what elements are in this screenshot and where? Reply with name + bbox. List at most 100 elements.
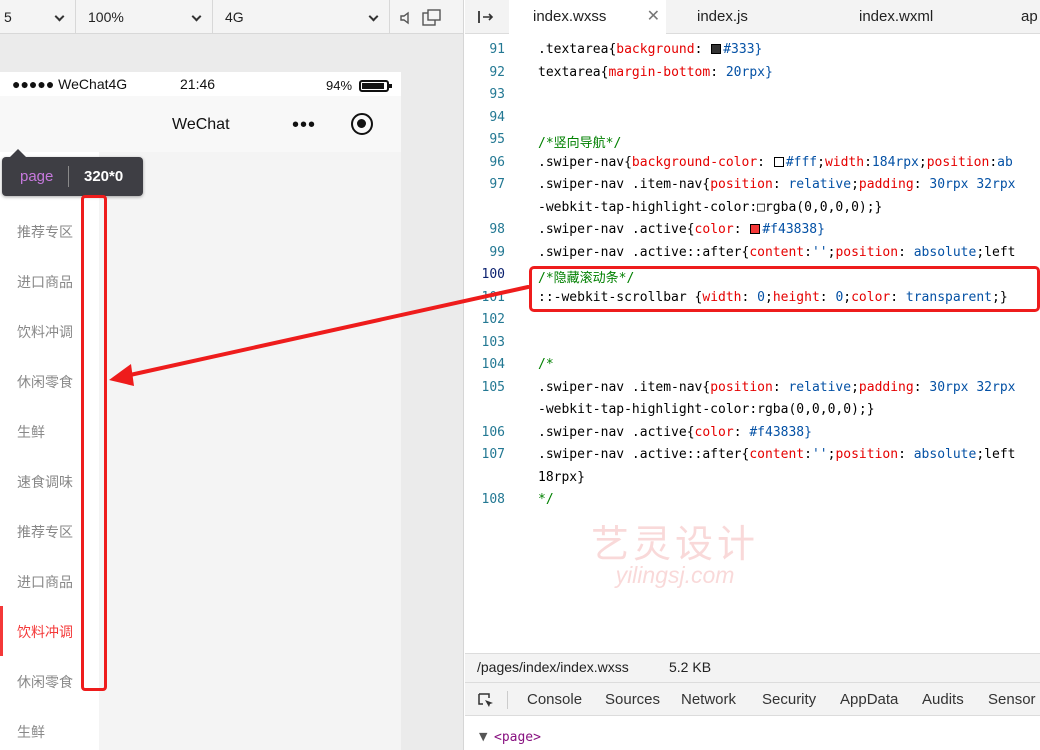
tab-console[interactable]: Console [527, 691, 582, 708]
code-line[interactable]: .swiper-nav .active{color: #f43838} [538, 222, 825, 237]
status-bar: ●●●●● WeChat4G 21:46 94% [0, 72, 401, 96]
line-number: 93 [489, 87, 505, 102]
code-line[interactable]: .textarea{background: #333} [538, 42, 762, 57]
line-number: 108 [481, 492, 505, 507]
line-number: 98 [489, 222, 505, 237]
devtools-divider [507, 691, 508, 709]
tooltip-divider [68, 166, 69, 187]
line-number: 101 [481, 289, 505, 305]
close-capsule-icon[interactable] [351, 113, 373, 135]
file-info-bar: /pages/index/index.wxss 5.2 KB [465, 653, 1040, 682]
clock-label: 21:46 [180, 76, 216, 92]
inspect-element-icon[interactable] [477, 692, 495, 710]
more-icon[interactable]: ••• [292, 115, 316, 135]
tab-security[interactable]: Security [762, 691, 816, 708]
sidebar-item[interactable]: 生鲜 [17, 722, 45, 742]
tab-appdata[interactable]: AppData [840, 691, 898, 708]
battery-icon [359, 80, 392, 92]
tab-label: index.wxml [859, 8, 934, 25]
expand-triangle-icon[interactable]: ▼ [479, 730, 487, 743]
tab-label: index.wxss [533, 8, 607, 25]
line-number: 99 [489, 244, 505, 260]
sidebar-item[interactable]: 生鲜 [17, 422, 45, 442]
line-number: 95 [489, 132, 505, 147]
dom-tree: ▼ <page> [465, 716, 1040, 750]
tab-app[interactable]: ap [1021, 0, 1038, 34]
code-line[interactable]: .swiper-nav .item-nav{position: relative… [538, 177, 1015, 192]
scrollbar-highlight-box [81, 195, 107, 691]
battery-percent: 94% [326, 78, 353, 93]
sidebar-item[interactable]: 速食调味 [17, 472, 73, 492]
active-indicator [0, 606, 3, 656]
tab-label: index.js [697, 8, 748, 25]
line-number: 92 [489, 64, 505, 80]
tooltip-element-name: page [20, 168, 54, 185]
window-toggle-icon[interactable] [422, 9, 442, 27]
tab-label: ap [1021, 8, 1038, 25]
carrier-label: ●●●●● WeChat4G [12, 76, 128, 92]
code-line[interactable]: /* [538, 357, 554, 372]
sidebar-item[interactable]: 推荐专区 [17, 222, 73, 242]
element-inspector-tooltip: page 320*0 [2, 149, 143, 196]
device-select[interactable]: 5 [0, 0, 76, 34]
close-icon[interactable]: ✕ [647, 0, 660, 34]
code-line[interactable]: textarea{margin-bottom: 20rpx} [538, 65, 773, 80]
watermark: 艺灵设计 yilingsj.com [590, 513, 760, 589]
sidebar-item[interactable]: 进口商品 [17, 572, 73, 592]
network-select[interactable]: 4G [213, 0, 390, 34]
line-number: 97 [489, 177, 505, 192]
line-number: 94 [489, 109, 505, 125]
sidebar-item[interactable]: 进口商品 [17, 272, 73, 292]
editor-tabs: index.wxss ✕ index.js index.wxml ap [465, 0, 1040, 35]
line-number: 100 [481, 267, 505, 282]
sidebar-item[interactable]: 休闲零食 [17, 672, 73, 692]
chevron-down-icon [54, 11, 65, 22]
tab-index-js[interactable]: index.js [697, 0, 748, 34]
line-number: 96 [489, 154, 505, 170]
code-highlight-box [529, 266, 1040, 312]
code-line[interactable]: .swiper-nav{background-color: #fff;width… [538, 155, 1013, 170]
tab-network[interactable]: Network [681, 691, 736, 708]
code-line[interactable]: -webkit-tap-highlight-color:rgba(0,0,0,0… [538, 402, 875, 417]
chevron-down-icon [191, 11, 202, 22]
code-line[interactable]: .swiper-nav .active{color: #f43838} [538, 425, 812, 440]
devtools-tabbar: Console Sources Network Security AppData… [465, 682, 1040, 716]
code-line[interactable]: .swiper-nav .item-nav{position: relative… [538, 380, 1015, 395]
toggle-sidebar-icon[interactable] [477, 9, 495, 25]
line-number: 103 [481, 334, 505, 350]
navbar-title: WeChat [172, 116, 230, 133]
simulator-toolbar-icons [390, 0, 463, 33]
line-number: 91 [489, 42, 505, 57]
simulator-panel: 5 100% 4G ●●●●● WeChat4G 21:46 94% WeCha… [0, 0, 464, 750]
line-number: 105 [481, 379, 505, 395]
screen: 5 100% 4G ●●●●● WeChat4G 21:46 94% WeCha… [0, 0, 1040, 750]
line-number: 107 [481, 447, 505, 462]
simulator-toolbar: 5 100% 4G [0, 0, 463, 34]
speaker-mute-icon[interactable] [398, 10, 414, 26]
tab-index-wxml[interactable]: index.wxml [859, 0, 933, 34]
zoom-select-value: 100% [88, 9, 124, 25]
sidebar-item[interactable]: 推荐专区 [17, 522, 73, 542]
dom-node-page[interactable]: <page> [494, 730, 541, 745]
code-line[interactable]: .swiper-nav .active::after{content:'';po… [538, 447, 1015, 462]
file-size: 5.2 KB [669, 659, 712, 675]
tooltip-element-size: 320*0 [84, 168, 124, 185]
tab-sources[interactable]: Sources [605, 691, 660, 708]
code-line[interactable]: 18rpx} [538, 470, 585, 485]
code-line[interactable]: */ [538, 492, 554, 507]
code-line[interactable]: /*竖向导航*/ [538, 132, 621, 151]
device-select-value: 5 [4, 9, 12, 25]
line-number: 104 [481, 357, 505, 372]
network-select-value: 4G [225, 9, 244, 25]
sidebar-item[interactable]: 饮料冲调 [17, 622, 73, 642]
chevron-down-icon [368, 11, 379, 22]
sidebar-item[interactable]: 饮料冲调 [17, 322, 73, 342]
tab-index-wxss[interactable]: index.wxss ✕ [509, 0, 666, 35]
code-line[interactable]: -webkit-tap-highlight-color:□rgba(0,0,0,… [538, 200, 882, 215]
sidebar-item[interactable]: 休闲零食 [17, 372, 73, 392]
tab-audits[interactable]: Audits [922, 691, 964, 708]
code-line[interactable]: .swiper-nav .active::after{content:'';po… [538, 245, 1015, 260]
line-number: 106 [481, 424, 505, 440]
tab-sensor[interactable]: Sensor [988, 691, 1036, 708]
zoom-select[interactable]: 100% [76, 0, 213, 34]
